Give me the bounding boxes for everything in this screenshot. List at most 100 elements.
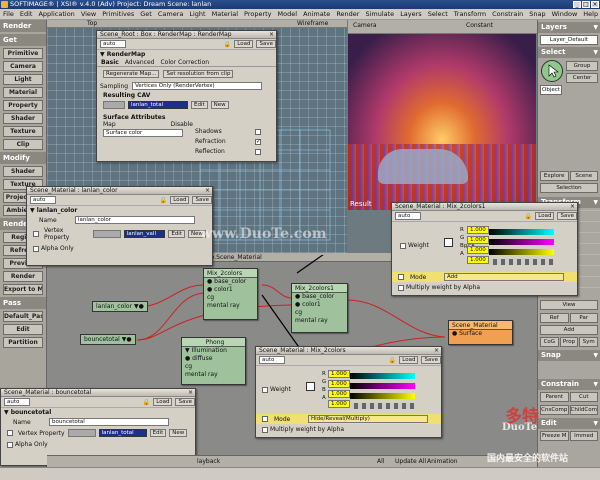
freeze-m-button[interactable]: Freeze M	[540, 431, 569, 441]
lc-vp-field[interactable]: lanlan_vall	[123, 230, 166, 238]
menu-help[interactable]: Help	[583, 9, 598, 19]
bouncetotal-node[interactable]: bouncetotal ▼●	[80, 334, 136, 345]
m1-swatch[interactable]	[444, 238, 453, 247]
bouncetotal-ppg-title[interactable]: Scene_Material : bouncetotal ×	[1, 389, 195, 397]
par-button[interactable]: Par	[569, 313, 598, 323]
top-view-label[interactable]: Top	[87, 20, 97, 28]
m2-auto-select[interactable]: auto	[259, 356, 285, 364]
lc-edit-button[interactable]: Edit	[168, 230, 185, 238]
left-button-material[interactable]: Material	[3, 87, 43, 98]
left-button-property[interactable]: Property	[3, 100, 43, 111]
bt-save-button[interactable]: Save	[175, 398, 195, 406]
close-button[interactable]: ×	[591, 1, 599, 8]
wireframe-label[interactable]: Wireframe	[297, 20, 328, 28]
menu-application[interactable]: Application	[38, 9, 74, 19]
m2-save-button[interactable]: Save	[421, 356, 441, 364]
rm-tab-color[interactable]: Color Correction	[160, 59, 209, 66]
rm-map-select[interactable]: Surface color	[103, 129, 183, 137]
menu-model[interactable]: Model	[278, 9, 298, 19]
left-button-edit[interactable]: Edit	[3, 324, 43, 335]
m2-swatch[interactable]	[306, 382, 315, 391]
menu-animate[interactable]: Animate	[303, 9, 330, 19]
menu-select[interactable]: Select	[428, 9, 448, 19]
rendermap-ppg-title[interactable]: Scene_Root : Box : RenderMap : RenderMap…	[97, 31, 276, 39]
menu-render[interactable]: Render	[336, 9, 359, 19]
bt-vp-prefix[interactable]	[67, 429, 96, 437]
left-button-clip[interactable]: Clip	[3, 139, 43, 150]
lc-auto-select[interactable]: auto	[30, 196, 56, 204]
left-button-light[interactable]: Light	[3, 74, 43, 85]
view-button[interactable]: View	[540, 300, 598, 310]
menu-get[interactable]: Get	[140, 9, 152, 19]
camera-label[interactable]: Camera	[353, 20, 377, 32]
m2-mode-select[interactable]: Hide/Reveal(Multiply)	[308, 415, 428, 423]
rm-lock-icon[interactable]: 🔒	[224, 41, 231, 48]
left-button-default-pass[interactable]: Default_Pass	[3, 311, 43, 322]
left-button-texture[interactable]: Texture	[3, 126, 43, 137]
rm-edit-button[interactable]: Edit	[191, 101, 208, 109]
explore-button[interactable]: Explore	[540, 171, 569, 181]
object-button[interactable]: Object	[540, 85, 562, 95]
rm-setres-button[interactable]: Set resolution from clip	[163, 70, 234, 78]
lc-vp-prefix[interactable]	[93, 230, 121, 238]
lanlan-color-ppg-title[interactable]: Scene_Material : lanlan_color ×	[27, 187, 212, 195]
mix2-ppg-title[interactable]: Scene_Material : Mix_2colors ×	[256, 347, 441, 355]
rm-cav-field[interactable]: lanlan_total	[128, 101, 188, 109]
bt-new-button[interactable]: New	[169, 429, 188, 437]
m1-mode-select[interactable]: Add	[444, 273, 564, 281]
sym-button[interactable]: Sym	[579, 337, 599, 347]
menu-light[interactable]: Light	[189, 9, 205, 19]
prop-button[interactable]: Prop	[559, 337, 579, 347]
select-arrow-icon[interactable]	[541, 60, 563, 82]
rm-new-button[interactable]: New	[210, 101, 229, 109]
lc-load-button[interactable]: Load	[170, 196, 190, 204]
bt-load-button[interactable]: Load	[153, 398, 173, 406]
bt-section[interactable]: ▼ bouncetotal	[1, 408, 195, 417]
lc-section[interactable]: ▼ lanlan_color	[27, 206, 212, 215]
m1-channel-values[interactable]: 1.000 1.000 1.000 1.000	[467, 226, 554, 266]
add-button[interactable]: Add	[540, 325, 598, 335]
rm-section[interactable]: ▼ RenderMap	[97, 50, 276, 59]
menu-edit[interactable]: Edit	[20, 9, 33, 19]
m1-auto-select[interactable]: auto	[395, 212, 421, 220]
lc-alpha-check[interactable]	[33, 245, 39, 252]
bt-vertex-check[interactable]	[7, 430, 13, 436]
left-button-render[interactable]: Render	[3, 271, 43, 282]
phong-node[interactable]: Phong ▼ Illumination ● diffuse cg mental…	[181, 337, 246, 385]
menu-snap[interactable]: Snap	[529, 9, 545, 19]
m2-channel-values[interactable]: 1.000 1.000 1.000 1.000	[328, 370, 415, 410]
rm-regen-button[interactable]: Regenerate Map...	[103, 70, 160, 78]
menu-window[interactable]: Window	[552, 9, 578, 19]
lc-lock-icon[interactable]: 🔒	[160, 197, 167, 204]
cog-button[interactable]: CoG	[540, 337, 559, 347]
bt-lock-icon[interactable]: 🔒	[143, 399, 150, 406]
mix2colors-node[interactable]: Mix_2colors ● base_color ● color1 cg men…	[203, 268, 258, 320]
mix2colors1-node[interactable]: Mix_2colors1 ● base_color ● color1 cg me…	[291, 283, 348, 333]
m2-load-button[interactable]: Load	[399, 356, 419, 364]
lc-vertex-check[interactable]	[33, 231, 39, 237]
constant-label[interactable]: Constant	[466, 20, 493, 32]
center-button[interactable]: Center	[566, 73, 598, 83]
rm-sampling-select[interactable]: Vertices Only (RenderVertex)	[132, 82, 263, 90]
menu-material[interactable]: Material	[212, 9, 238, 19]
scene-button[interactable]: Scene	[569, 171, 598, 181]
m2-multiply-check[interactable]	[262, 426, 268, 433]
rm-tab-advanced[interactable]: Advanced	[125, 59, 155, 66]
m2-lock-icon[interactable]: 🔒	[389, 357, 396, 364]
scene-material-node[interactable]: Scene_Material ● Surface	[448, 320, 513, 345]
rm-auto-select[interactable]: auto	[100, 40, 126, 48]
mix1-ppg-title[interactable]: Scene_Material : Mix_2colors1 ×	[392, 203, 577, 211]
menu-primitives[interactable]: Primitives	[102, 9, 134, 19]
maximize-button[interactable]: □	[582, 1, 590, 8]
m1-lock-icon[interactable]: 🔒	[525, 213, 532, 220]
left-button-camera[interactable]: Camera	[3, 61, 43, 72]
left-button-shader[interactable]: Shader	[3, 166, 43, 177]
bt-vp-field[interactable]: lanlan_total	[98, 429, 147, 437]
rm-save-button[interactable]: Save	[256, 40, 276, 48]
immed-button[interactable]: Immed	[569, 431, 598, 441]
menu-layers[interactable]: Layers	[400, 9, 422, 19]
menu-file[interactable]: File	[3, 9, 14, 19]
left-button-export-to-mi2[interactable]: Export to MI2	[3, 284, 43, 295]
menu-property[interactable]: Property	[244, 9, 272, 19]
menu-simulate[interactable]: Simulate	[365, 9, 394, 19]
